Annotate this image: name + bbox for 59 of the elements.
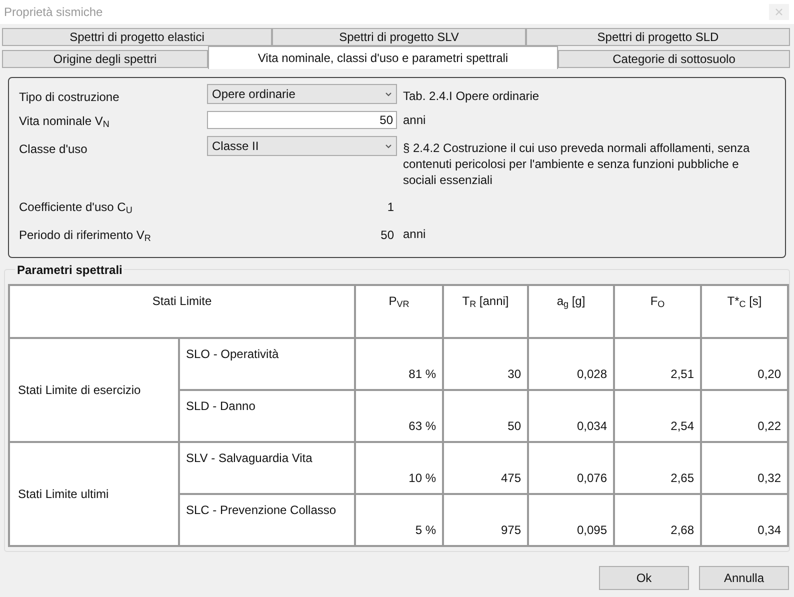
table-cell: 30 — [443, 338, 528, 390]
table-cell: 2,54 — [614, 390, 702, 442]
field-label: Coefficiente d'uso C$_{U}$ — [19, 199, 134, 216]
window-title: Proprietà sismiche — [4, 4, 103, 21]
state-cell: SLO - Operatività — [179, 338, 356, 390]
column-header: a$_{g}$ [g] — [528, 285, 614, 338]
dialog-button[interactable]: Annulla — [699, 566, 789, 590]
table-cell: 2,68 — [614, 494, 702, 546]
group-cell: Stati Limite ultimi — [9, 442, 179, 546]
value-text: 50 — [380, 227, 395, 244]
close-button[interactable] — [769, 4, 789, 20]
dropdown[interactable]: Opere ordinarie — [207, 84, 397, 104]
table-cell: 975 — [443, 494, 528, 546]
tab[interactable]: Spettri di progetto SLV — [272, 28, 526, 46]
table-cell: 0,34 — [701, 494, 788, 546]
column-header: T*$_{C}$ [s] — [701, 285, 788, 338]
table-cell: 0,095 — [528, 494, 614, 546]
column-header: P$_{VR}$ — [355, 285, 444, 338]
state-cell: SLC - Prevenzione Collasso — [179, 494, 356, 546]
column-header: T$_{R}$ [anni] — [443, 285, 528, 338]
table-cell: 2,51 — [614, 338, 702, 390]
column-header: F$_{O}$ — [614, 285, 702, 338]
table-cell: 0,028 — [528, 338, 614, 390]
note-text: anni — [403, 226, 427, 242]
input-field[interactable]: 50 — [207, 111, 397, 129]
group-cell: Stati Limite di esercizio — [9, 338, 179, 442]
field-label: Tipo di costruzione — [19, 89, 120, 106]
table-cell: 81 % — [355, 338, 444, 390]
field-label: Vita nominale V$_{N}$ — [19, 113, 110, 130]
table-cell: 0,076 — [528, 442, 614, 494]
field-label: Classe d'uso — [19, 141, 88, 158]
tab[interactable]: Spettri di progetto elastici — [2, 28, 272, 46]
chevron-icon — [385, 92, 392, 96]
state-cell: SLD - Danno — [179, 390, 356, 442]
table-cell: 5 % — [355, 494, 444, 546]
dropdown[interactable]: Classe II — [207, 136, 397, 156]
state-cell: SLV - Salvaguardia Vita — [179, 442, 356, 494]
note-text: § 2.4.2 Costruzione il cui uso preveda normali affollamenti, senza contenuti pericolosi per l'ambiente e senza funzioni pubbliche e sociali essenziali — [403, 140, 751, 188]
note-text: Tab. 2.4.I Opere ordinarie — [403, 88, 540, 104]
table-cell: 0,034 — [528, 390, 614, 442]
tab[interactable]: Origine degli spettri — [2, 50, 208, 68]
table-cell: 50 — [443, 390, 528, 442]
value-text: 1 — [386, 199, 395, 216]
tab[interactable]: Spettri di progetto SLD — [526, 28, 790, 46]
table-cell: 0,22 — [701, 390, 788, 442]
table-cell: 475 — [443, 442, 528, 494]
dialog-button[interactable]: Ok — [599, 566, 689, 590]
field-label: Periodo di riferimento V$_{R}$ — [19, 227, 152, 244]
table-cell: 10 % — [355, 442, 444, 494]
note-text: anni — [403, 112, 427, 128]
close-icon — [775, 8, 783, 16]
chevron-icon — [385, 144, 392, 148]
column-header: Stati Limite — [9, 285, 356, 338]
table-cell: 0,20 — [701, 338, 788, 390]
tab[interactable]: Vita nominale, classi d'uso e parametri spettrali — [208, 46, 558, 69]
tab[interactable]: Categorie di sottosuolo — [558, 50, 790, 68]
table-cell: 2,65 — [614, 442, 702, 494]
table-cell: 0,32 — [701, 442, 788, 494]
table-cell: 63 % — [355, 390, 444, 442]
